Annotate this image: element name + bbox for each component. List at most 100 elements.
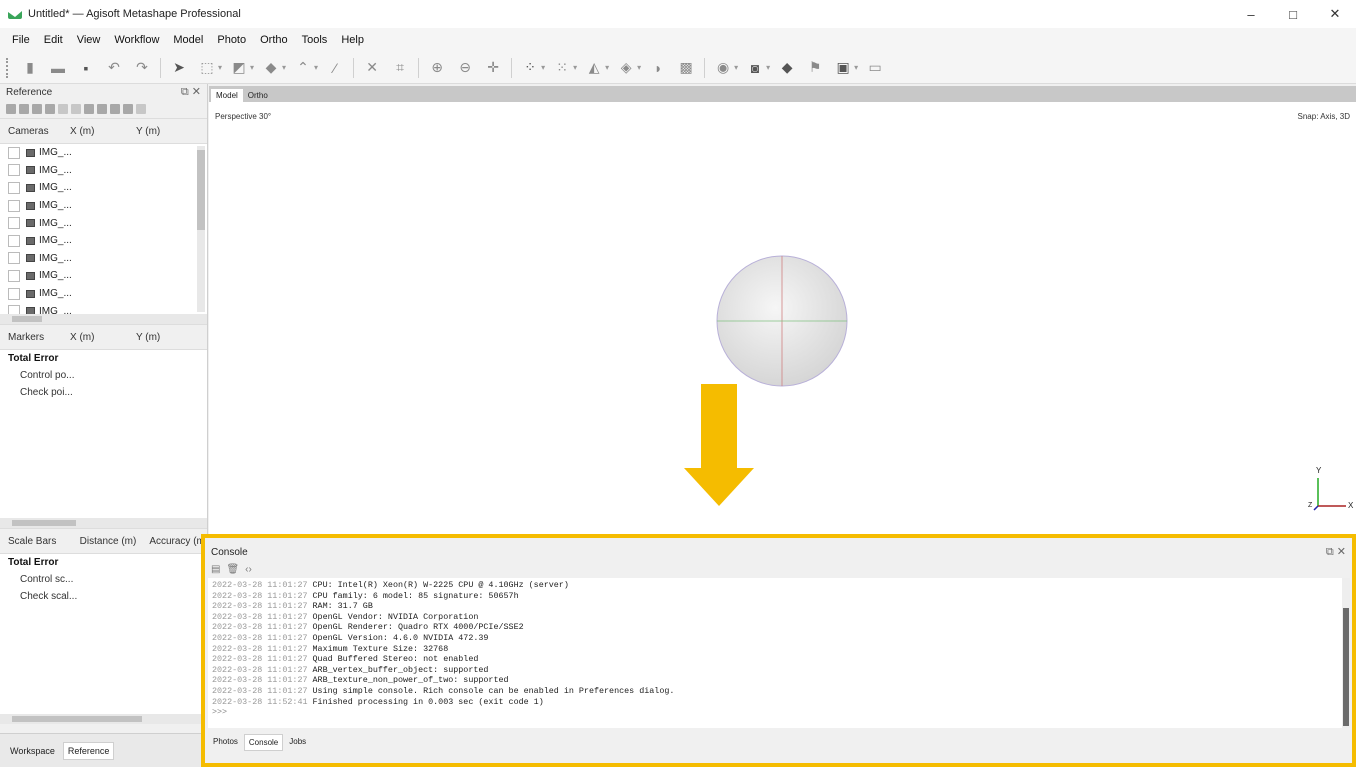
column-y[interactable]: Y (m) — [128, 332, 188, 343]
menu-photo[interactable]: Photo — [217, 34, 246, 46]
panel-float-close-icon[interactable]: ⧉ ✕ — [181, 85, 201, 99]
update-icon[interactable] — [71, 104, 81, 114]
tab-ortho[interactable]: Ortho — [243, 89, 273, 102]
list-item[interactable]: IMG_... — [0, 250, 207, 268]
scrollbar-thumb[interactable] — [12, 520, 76, 526]
list-item[interactable]: IMG_... — [0, 179, 207, 197]
list-item[interactable]: IMG_... — [0, 214, 207, 232]
scrollbar-thumb[interactable] — [197, 150, 205, 230]
list-item[interactable]: IMG_... — [0, 285, 207, 303]
chevron-down-icon[interactable]: ▾ — [541, 63, 545, 72]
open-folder-icon[interactable]: ▬ — [47, 57, 69, 79]
model-viewport[interactable]: Perspective 30° Snap: Axis, 3D Y X Z — [209, 102, 1356, 534]
redo-icon[interactable]: ↷ — [131, 57, 153, 79]
camera-checkbox[interactable] — [8, 252, 20, 265]
menu-ortho[interactable]: Ortho — [260, 34, 288, 46]
chevron-down-icon[interactable]: ▾ — [218, 63, 222, 72]
console-scrollbar[interactable] — [1342, 578, 1350, 728]
menu-file[interactable]: File — [12, 34, 30, 46]
column-distance[interactable]: Distance (m) — [72, 536, 142, 547]
view-estimated-icon[interactable] — [97, 104, 107, 114]
scrollbar-thumb[interactable] — [12, 316, 42, 322]
camera-checkbox[interactable] — [8, 146, 20, 159]
star-icon[interactable] — [58, 104, 68, 114]
convert-reference-icon[interactable] — [32, 104, 42, 114]
camera-checkbox[interactable] — [8, 199, 20, 212]
export-reference-icon[interactable] — [19, 104, 29, 114]
scalebars-check[interactable]: Check scal... — [0, 588, 207, 605]
menu-workflow[interactable]: Workflow — [114, 34, 159, 46]
ruler-icon[interactable]: ⌃ — [292, 57, 314, 79]
show-flags-icon[interactable]: ⚑ — [804, 57, 826, 79]
menu-edit[interactable]: Edit — [44, 34, 63, 46]
move-object-icon[interactable]: ◆ — [260, 57, 282, 79]
panel-float-close-icon[interactable]: ⧉ ✕ — [1326, 545, 1346, 559]
column-x[interactable]: X (m) — [62, 332, 128, 343]
show-markers-icon[interactable]: ◆ — [776, 57, 798, 79]
minimize-button[interactable]: – — [1230, 0, 1272, 28]
menu-model[interactable]: Model — [173, 34, 203, 46]
console-output[interactable]: 2022-03-28 11:01:27 CPU: Intel(R) Xeon(R… — [208, 578, 1342, 728]
zoom-in-icon[interactable]: ⊕ — [426, 57, 448, 79]
scalebars-control[interactable]: Control sc... — [0, 571, 207, 588]
cameras-horizontal-scrollbar[interactable] — [0, 314, 207, 324]
list-item[interactable]: IMG_... — [0, 197, 207, 215]
list-item[interactable]: IMG_... — [0, 232, 207, 250]
optimize-cameras-icon[interactable] — [45, 104, 55, 114]
chevron-down-icon[interactable]: ▾ — [282, 63, 286, 72]
orthomosaic-icon[interactable]: ▩ — [675, 57, 697, 79]
chevron-down-icon[interactable]: ▾ — [734, 63, 738, 72]
scalebars-total-error[interactable]: Total Error — [0, 554, 207, 571]
column-x[interactable]: X (m) — [62, 126, 128, 137]
camera-checkbox[interactable] — [8, 164, 20, 177]
menu-view[interactable]: View — [77, 34, 101, 46]
new-document-icon[interactable]: ▮ — [19, 57, 41, 79]
crop-selection-icon[interactable]: ⌗ — [389, 57, 411, 79]
dense-cloud-icon[interactable]: ⁙ — [551, 57, 573, 79]
dem-icon[interactable]: ◗ — [647, 57, 669, 79]
import-reference-icon[interactable] — [6, 104, 16, 114]
save-log-icon[interactable]: ▤ — [211, 564, 220, 575]
scalebars-horizontal-scrollbar[interactable] — [0, 714, 207, 724]
list-item[interactable]: IMG_... — [0, 162, 207, 180]
delete-selection-icon[interactable]: ✕ — [361, 57, 383, 79]
cameras-scrollbar[interactable] — [197, 146, 205, 312]
chevron-down-icon[interactable]: ▾ — [314, 63, 318, 72]
markers-control-points[interactable]: Control po... — [0, 367, 207, 384]
tab-model[interactable]: Model — [211, 89, 243, 102]
resize-region-icon[interactable]: ◩ — [228, 57, 250, 79]
clear-log-icon[interactable]: 🗑 — [226, 564, 239, 575]
camera-checkbox[interactable] — [8, 234, 20, 247]
show-region-icon[interactable]: ◉ — [712, 57, 734, 79]
show-scale-icon[interactable]: ▭ — [864, 57, 886, 79]
column-cameras[interactable]: Cameras — [0, 126, 62, 137]
tiled-model-icon[interactable]: ◈ — [615, 57, 637, 79]
markers-horizontal-scrollbar[interactable] — [0, 518, 207, 528]
maximize-button[interactable]: □ — [1272, 0, 1314, 28]
camera-checkbox[interactable] — [8, 181, 20, 194]
scrollbar-thumb[interactable] — [12, 716, 142, 722]
zoom-out-icon[interactable]: ⊖ — [454, 57, 476, 79]
reset-view-icon[interactable]: ✛ — [482, 57, 504, 79]
point-cloud-icon[interactable]: ⁘ — [519, 57, 541, 79]
column-y[interactable]: Y (m) — [128, 126, 188, 137]
rectangle-selection-icon[interactable]: ⬚ — [196, 57, 218, 79]
camera-checkbox[interactable] — [8, 305, 20, 314]
show-images-icon[interactable]: ▣ — [832, 57, 854, 79]
save-icon[interactable]: ▪ — [75, 57, 97, 79]
column-accuracy[interactable]: Accuracy (m — [141, 536, 207, 547]
chevron-down-icon[interactable]: ▾ — [637, 63, 641, 72]
camera-checkbox[interactable] — [8, 217, 20, 230]
tab-reference[interactable]: Reference — [62, 741, 115, 760]
scrollbar-thumb[interactable] — [1343, 608, 1349, 726]
settings-icon[interactable] — [136, 104, 146, 114]
run-script-icon[interactable]: ‹› — [245, 564, 252, 575]
column-scale-bars[interactable]: Scale Bars — [0, 536, 72, 547]
markers-check-points[interactable]: Check poi... — [0, 384, 207, 401]
markers-total-error[interactable]: Total Error — [0, 350, 207, 367]
chevron-down-icon[interactable]: ▾ — [854, 63, 858, 72]
draw-line-icon[interactable]: ⁄ — [324, 57, 346, 79]
chevron-down-icon[interactable]: ▾ — [250, 63, 254, 72]
view-errors-icon[interactable] — [110, 104, 120, 114]
menu-tools[interactable]: Tools — [302, 34, 328, 46]
